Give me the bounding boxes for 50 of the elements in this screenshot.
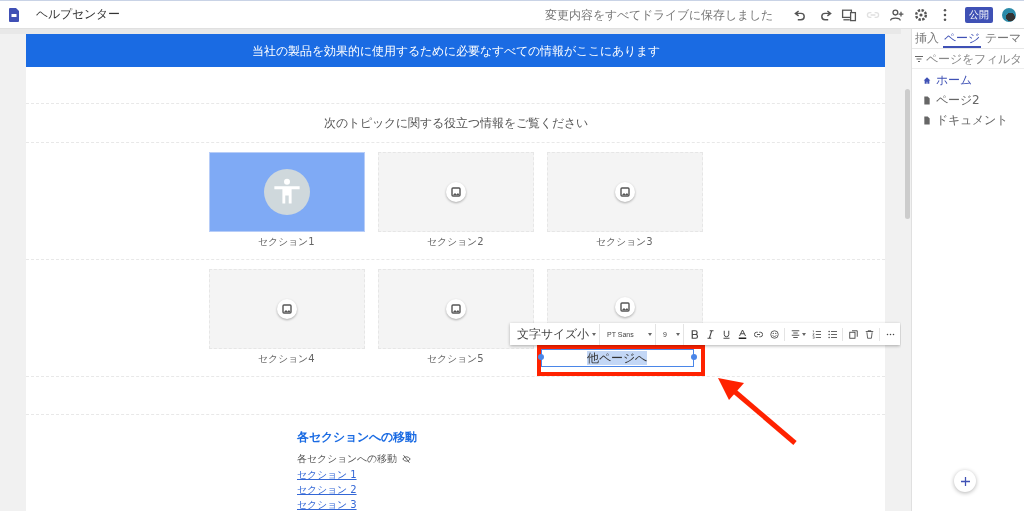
- add-image-icon[interactable]: [614, 297, 635, 317]
- card-label: 他ページへ: [587, 351, 647, 365]
- sites-logo-icon[interactable]: [9, 7, 19, 22]
- save-status: 変更内容をすべてドライブに保存しました: [545, 7, 773, 22]
- banner-text: 当社の製品を効果的に使用するために必要なすべての情報がここにあります: [26, 34, 885, 67]
- avatar[interactable]: [1002, 7, 1016, 22]
- publish-button[interactable]: 公開: [965, 6, 993, 23]
- card-label: セクション3: [596, 235, 653, 249]
- settings-icon[interactable]: [913, 6, 929, 23]
- page-item[interactable]: ドキュメント: [923, 110, 1008, 130]
- section-link[interactable]: セクション 2: [297, 484, 357, 496]
- copy-icon[interactable]: [848, 329, 858, 339]
- panel-tab[interactable]: 挿入: [913, 29, 940, 48]
- home-icon: [923, 75, 931, 85]
- section-link[interactable]: セクション 1: [297, 469, 357, 481]
- delete-icon[interactable]: [864, 329, 874, 339]
- text-style-dropdown[interactable]: 文字サイズ小: [514, 323, 600, 345]
- add-image-icon[interactable]: [445, 182, 466, 202]
- site-title[interactable]: ヘルプセンター: [36, 6, 120, 23]
- panel-tab[interactable]: テーマ: [984, 29, 1023, 48]
- add-image-icon[interactable]: [276, 299, 297, 319]
- underline-icon[interactable]: [721, 329, 731, 339]
- nav-intro-text: 各セクションへの移動: [297, 452, 397, 466]
- hidden-icon[interactable]: [402, 455, 411, 463]
- section-heading: 各セクションへの移動: [297, 429, 418, 446]
- scrollbar-thumb[interactable]: [905, 89, 910, 219]
- filter-icon: [915, 55, 923, 62]
- accessibility-icon: [263, 169, 310, 215]
- add-button[interactable]: [954, 470, 976, 492]
- page-item[interactable]: ページ2: [923, 90, 980, 110]
- panel-tab[interactable]: ページ: [943, 29, 981, 48]
- plus-icon: [960, 476, 970, 486]
- add-image-icon[interactable]: [614, 182, 635, 202]
- align-icon[interactable]: [790, 329, 800, 339]
- link-icon[interactable]: [753, 329, 763, 339]
- page-item[interactable]: ホーム: [923, 70, 972, 90]
- italic-icon[interactable]: [705, 329, 715, 339]
- section-subtitle: 次のトピックに関する役立つ情報をご覧ください: [323, 116, 588, 130]
- card-label: セクション1: [258, 235, 315, 249]
- section-link[interactable]: セクション 3: [297, 499, 357, 511]
- text-color-icon[interactable]: [737, 329, 747, 339]
- add-image-icon[interactable]: [445, 299, 466, 319]
- emoji-icon[interactable]: [769, 329, 779, 339]
- bulleted-list-icon[interactable]: [827, 329, 837, 339]
- selected-text-box[interactable]: 他ページへ: [540, 349, 694, 367]
- card-label: セクション5: [427, 352, 484, 366]
- card-label: セクション2: [427, 235, 484, 249]
- card-label: セクション4: [258, 352, 315, 366]
- bold-icon[interactable]: [689, 329, 699, 339]
- numbered-list-icon[interactable]: [811, 329, 821, 339]
